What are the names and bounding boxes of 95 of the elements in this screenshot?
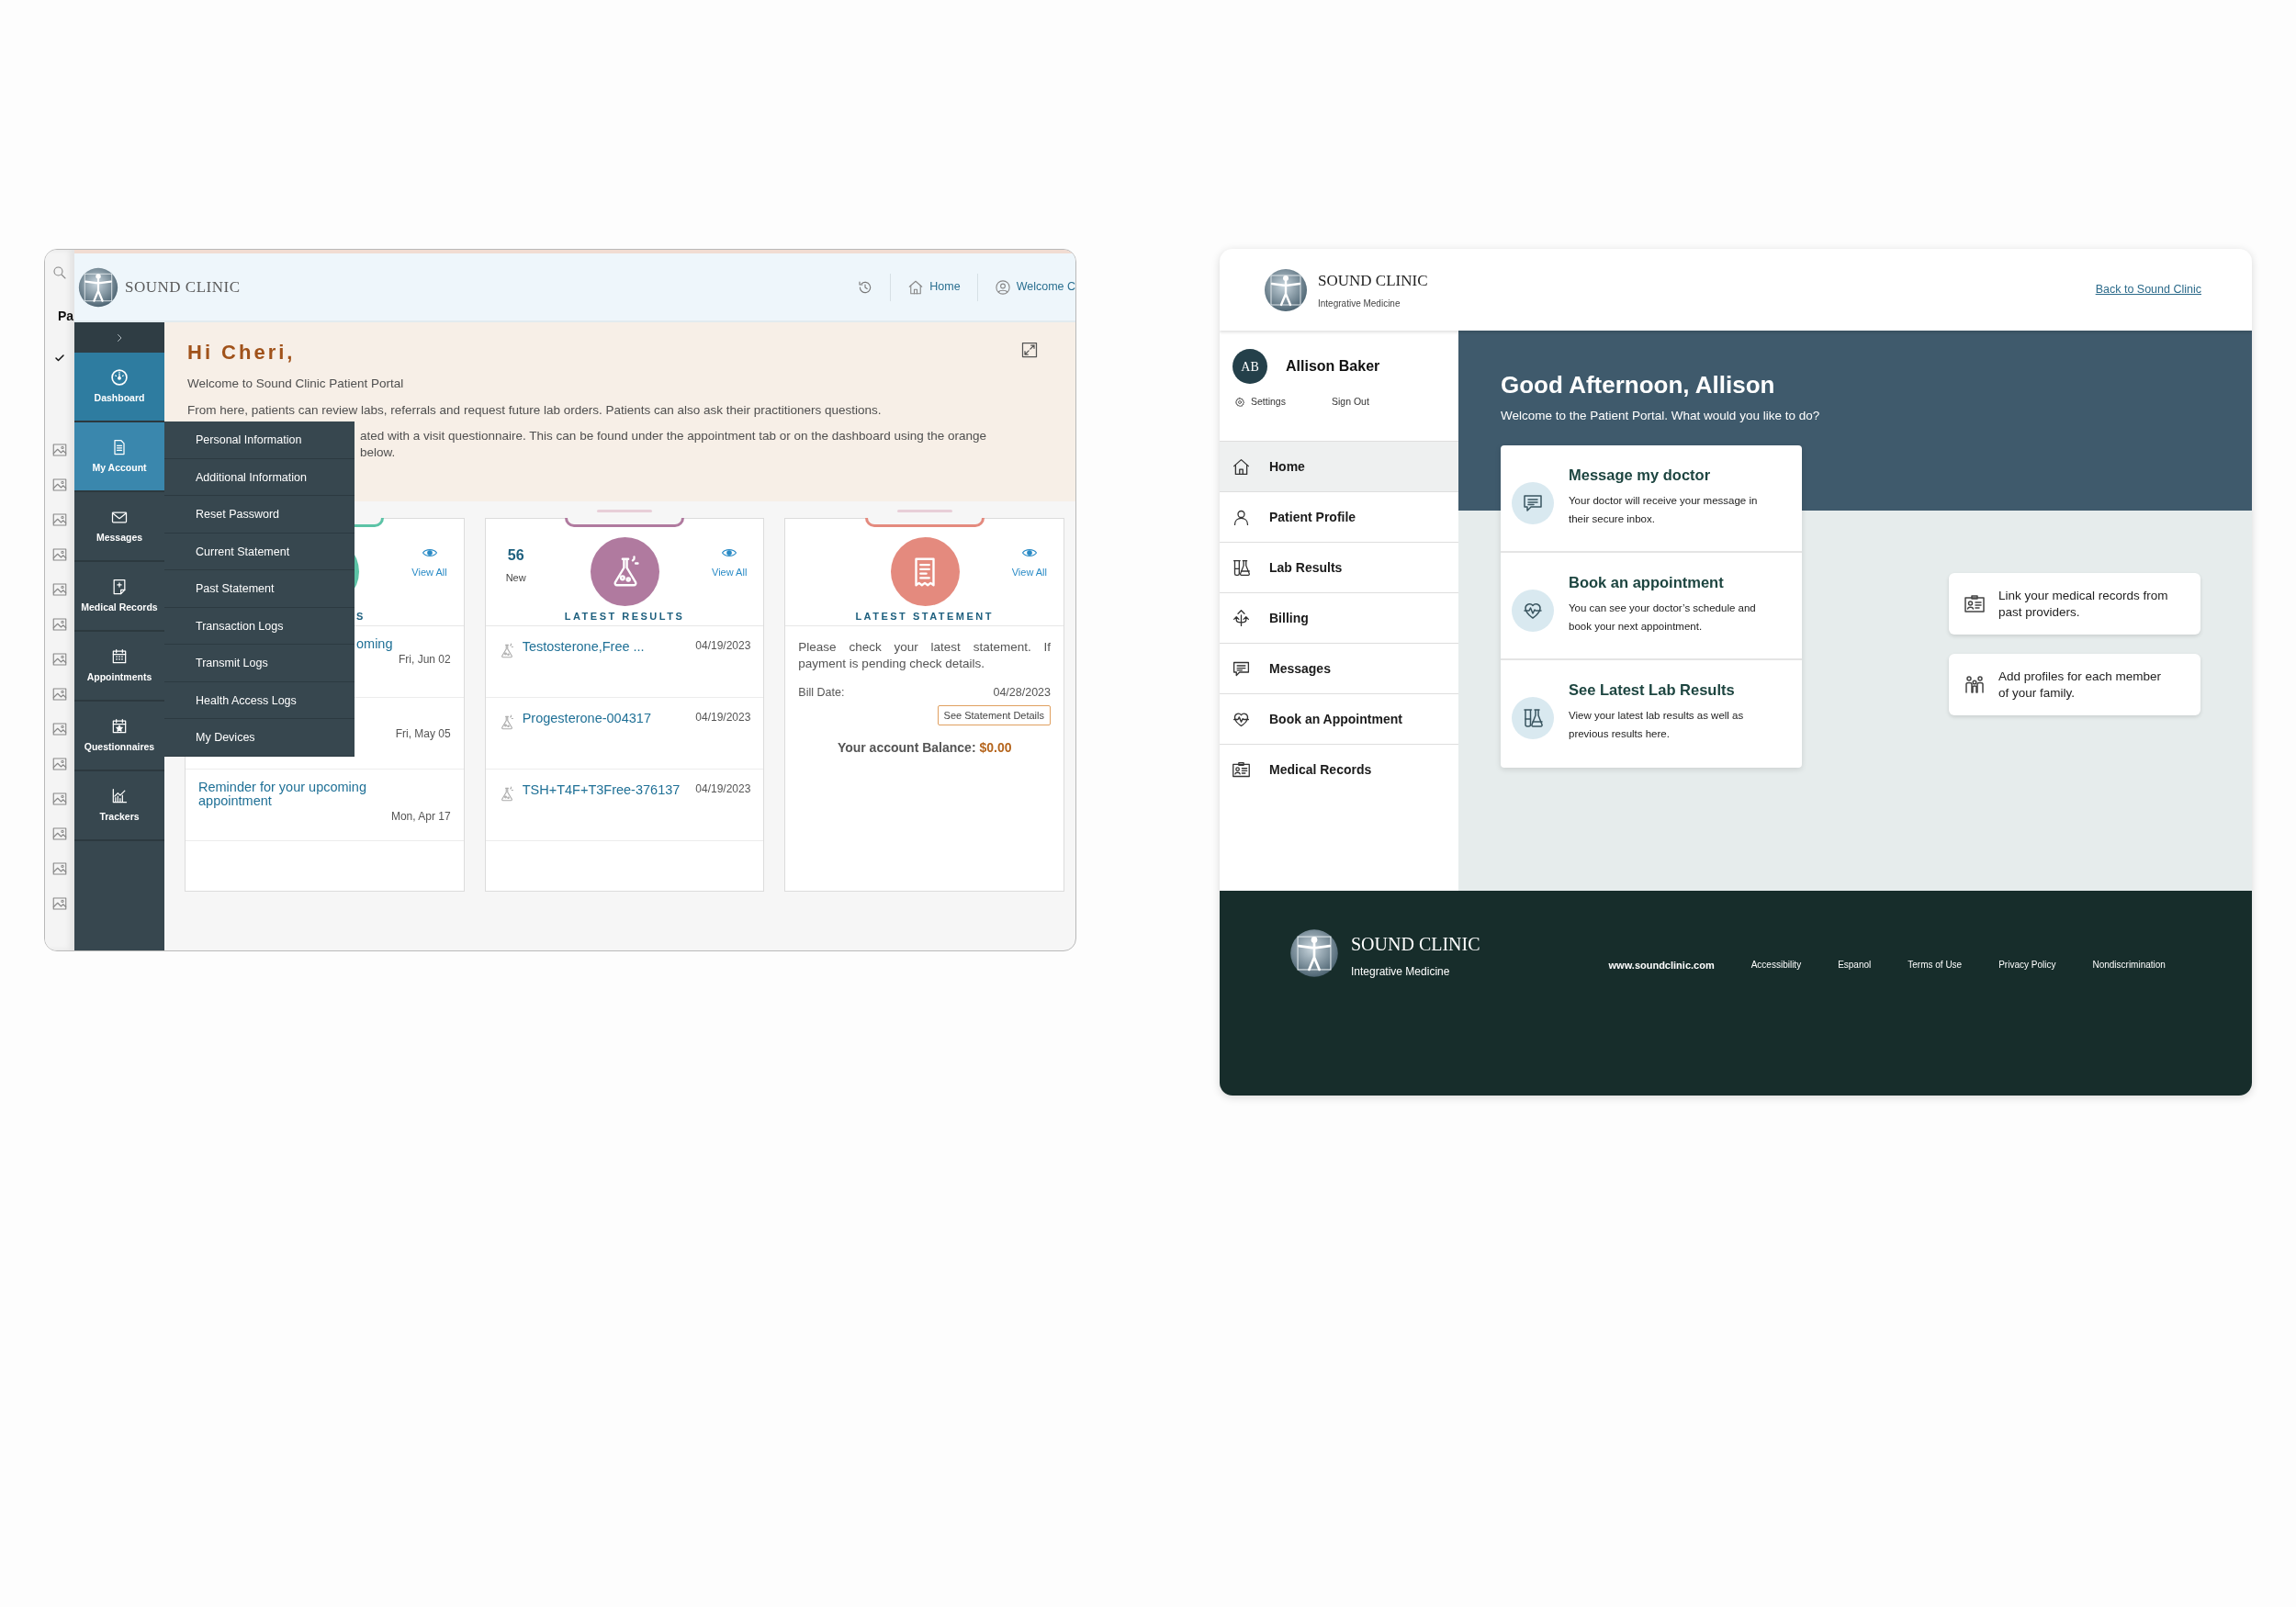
image-icon — [51, 791, 68, 807]
action-item[interactable]: Book an appointment You can see your doctor’s schedule and book your next appointment. — [1501, 553, 1802, 661]
image-icon — [51, 860, 68, 877]
bill-date: 04/28/2023 — [993, 685, 1051, 702]
submenu-item[interactable]: Reset Password — [164, 496, 355, 534]
nav-item[interactable]: Home — [1220, 441, 1458, 491]
brand-name: SOUND CLINIC — [1351, 933, 1480, 956]
image-icon — [51, 546, 68, 563]
brand-tagline: Integrative Medicine — [1318, 297, 1401, 310]
bill-date-label: Bill Date: — [798, 685, 845, 702]
avatar: AB — [1232, 349, 1267, 384]
shortcut-card[interactable]: Link your medical records from past providers. — [1949, 573, 2200, 635]
image-icon — [51, 756, 68, 772]
image-icon — [51, 477, 68, 493]
balance-label: Your account Balance: — [837, 740, 976, 756]
result-link[interactable]: Testosterone,Free ... — [522, 639, 645, 654]
statement-text: Please check your latest statement. If payment is pending check details. — [798, 639, 1051, 672]
date-text: Fri, Jun 02 — [398, 652, 451, 669]
image-icon — [51, 895, 68, 912]
greeting-heading: Hi Cheri, — [187, 341, 296, 365]
result-link[interactable]: Progesterone-004317 — [522, 711, 651, 725]
action-item[interactable]: Message my doctor Your doctor will receive your message in their secure inbox. — [1501, 445, 1802, 554]
result-link[interactable]: TSH+T4F+T3Free-376137 — [522, 782, 681, 797]
date-text: 04/19/2023 — [695, 781, 751, 797]
image-icon — [51, 826, 68, 842]
footer-link[interactable]: Privacy Policy — [1998, 958, 2056, 973]
gauge-icon — [110, 367, 129, 387]
count-label: New — [505, 571, 526, 585]
card-title: LATEST RESULTS — [563, 609, 686, 624]
home-icon — [1232, 456, 1251, 477]
card-title: LATEST STATEMENT — [854, 609, 995, 624]
logo-icon — [1289, 927, 1340, 979]
footer-link[interactable]: Nondiscrimination — [2092, 958, 2166, 973]
sidebar-item[interactable]: My Account — [74, 422, 164, 492]
shortcut-card[interactable]: Add profiles for each member of your family. — [1949, 654, 2200, 716]
tab-line — [896, 510, 952, 512]
footer-link[interactable]: Terms of Use — [1908, 958, 1963, 973]
date-text: 04/19/2023 — [695, 638, 751, 654]
calendar-icon — [110, 646, 129, 666]
expand-icon[interactable] — [1020, 341, 1039, 360]
image-icon — [51, 686, 68, 702]
image-icon — [51, 581, 68, 598]
image-icon — [51, 616, 68, 633]
date-text: 04/19/2023 — [695, 710, 751, 725]
statement-details-button[interactable]: See Statement Details — [937, 704, 1051, 726]
view-all-link[interactable]: View All — [1011, 545, 1047, 580]
action-item[interactable]: See Latest Lab Results View your latest lab results as well as previous results here. — [1501, 660, 1802, 769]
brand-name: SOUND CLINIC — [125, 276, 241, 298]
image-icon — [51, 651, 68, 668]
user-name: Allison Baker — [1286, 357, 1380, 376]
intro-paragraph: From here, patients can review labs, referrals and request future lab orders. Patients can also ask their practitioners questions. — [187, 401, 883, 419]
logo-icon — [77, 265, 119, 309]
user-icon — [994, 278, 1011, 296]
view-all-link[interactable]: View All — [411, 545, 447, 580]
check-icon — [54, 352, 65, 364]
family-icon — [1964, 673, 1986, 696]
logo-icon — [1263, 266, 1309, 313]
sidebar-item[interactable]: Dashboard — [74, 353, 164, 422]
footer-link[interactable]: Accessibility — [1750, 958, 1802, 973]
view-all-link[interactable]: View All — [712, 545, 748, 580]
settings-icon — [1234, 396, 1245, 408]
appointment-link[interactable]: Reminder for your upcoming appointment — [198, 781, 382, 809]
brand-name: SOUND CLINIC — [1318, 271, 1428, 292]
intro-paragraph: ated with a visit questionnaire. This can be found under the appointment tab or on the dashboard using the orange below. — [360, 427, 987, 462]
settings-link[interactable]: Settings — [1234, 395, 1286, 410]
beaker-icon — [1522, 707, 1544, 730]
partial-label: Pa — [58, 308, 74, 325]
arrows-icon — [1232, 608, 1251, 628]
date-text: Fri, May 05 — [395, 726, 451, 742]
id-card-icon — [1964, 592, 1986, 615]
date-text: Mon, Apr 17 — [390, 809, 451, 826]
back-link[interactable]: Back to Sound Clinic — [2095, 281, 2201, 298]
footer-link[interactable]: www.soundclinic.com — [1608, 958, 1715, 973]
image-icon — [51, 511, 68, 528]
brand-tagline: Integrative Medicine — [1351, 964, 1451, 980]
tab-line — [597, 510, 652, 512]
appointment-link[interactable]: oming — [356, 637, 393, 652]
calendar-star-icon — [110, 716, 129, 736]
welcome-link[interactable]: Welcome C — [994, 278, 1075, 296]
home-icon — [907, 278, 925, 296]
count-text: 56 — [507, 546, 524, 565]
beaker-icon — [1232, 557, 1251, 578]
id-card-icon — [1232, 759, 1251, 780]
home-link[interactable]: Home — [907, 278, 961, 296]
sign-out-link[interactable]: Sign Out — [1331, 395, 1369, 410]
search-icon — [51, 264, 68, 281]
footer-link[interactable]: Espanol — [1838, 958, 1872, 973]
balance-value: $0.00 — [979, 740, 1012, 756]
card-title: S — [356, 609, 366, 624]
image-icon — [51, 721, 68, 737]
welcome-text: Welcome to Sound Clinic Patient Portal — [187, 376, 405, 393]
greeting-heading: Good Afternoon, Allison — [1501, 371, 1776, 400]
image-icon — [51, 442, 68, 458]
chart-icon — [110, 786, 129, 805]
welcome-text: Welcome to the Patient Portal. What would you like to do? — [1501, 408, 1821, 425]
